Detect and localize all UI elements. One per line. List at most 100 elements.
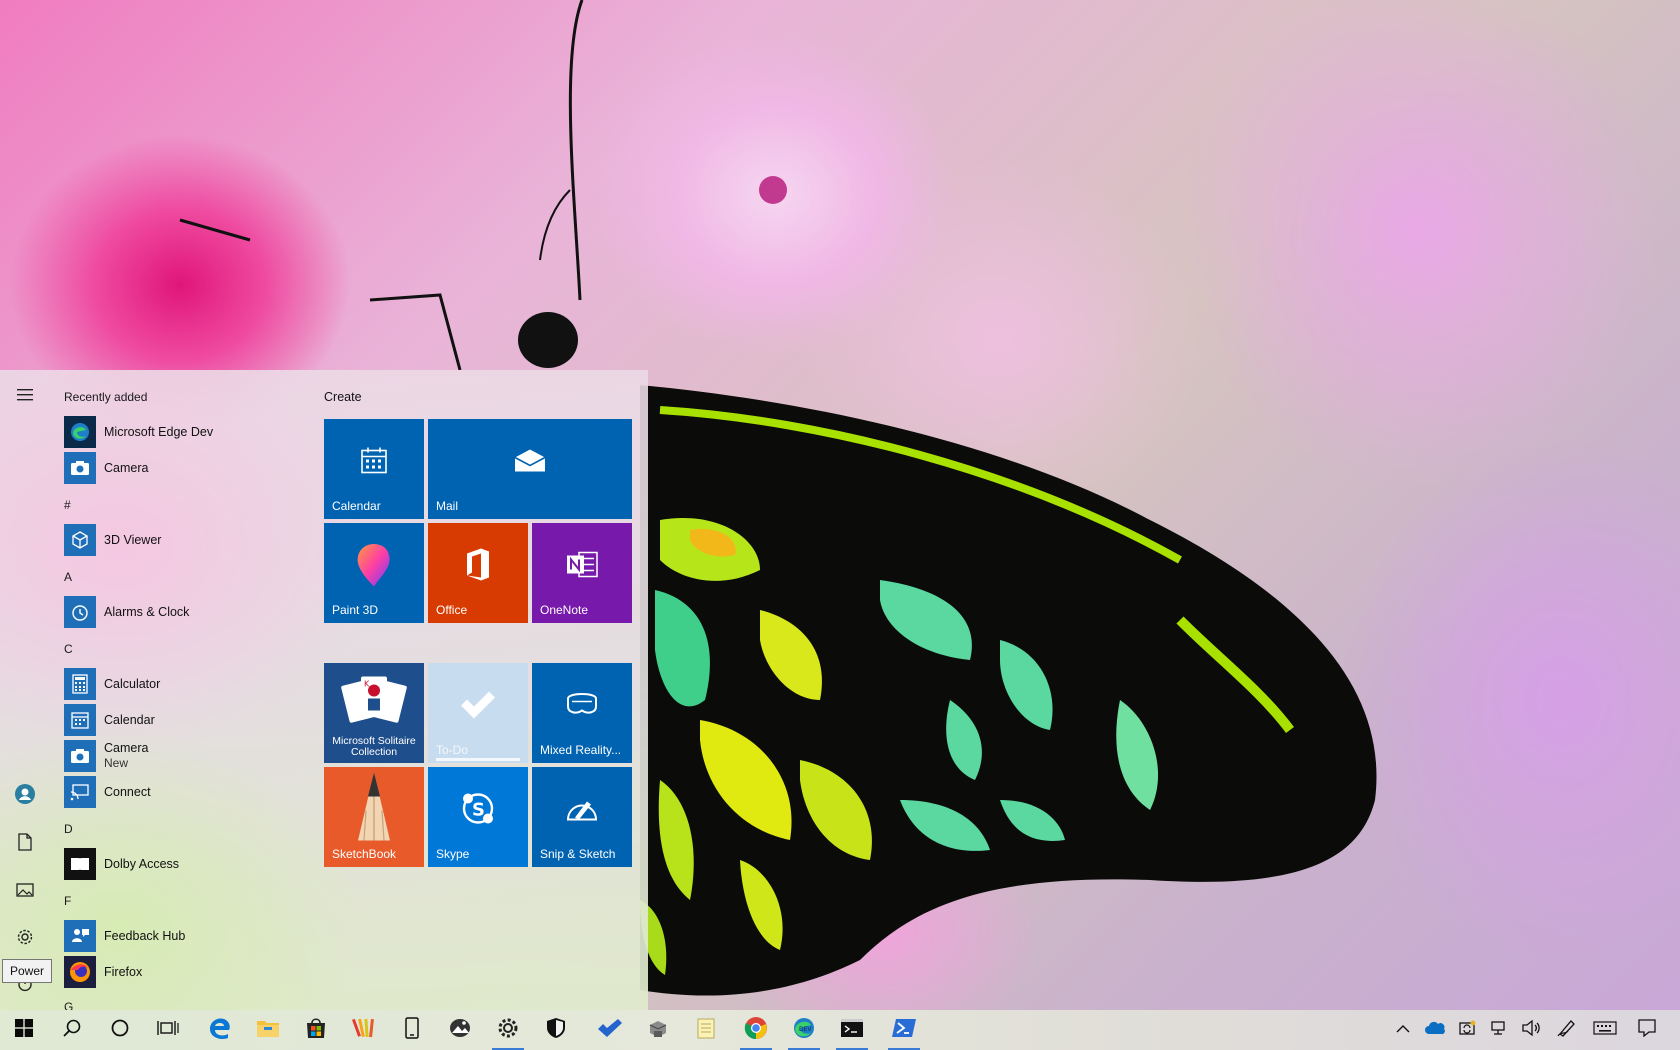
tile-paint-3d[interactable]: Paint 3D	[324, 523, 424, 623]
edge-icon	[208, 1016, 232, 1045]
dolby-icon	[64, 848, 96, 880]
app-3d-viewer[interactable]: 3D Viewer	[64, 523, 304, 557]
terminal-icon	[840, 1018, 864, 1043]
app-label: Alarms & Clock	[104, 604, 190, 619]
app-calendar[interactable]: Calendar	[64, 703, 304, 737]
svg-text:S: S	[472, 800, 485, 821]
office-icon	[463, 548, 493, 587]
settings-button[interactable]	[8, 920, 42, 954]
tile-group-header[interactable]: Create	[324, 390, 362, 404]
taskbar-edge[interactable]	[196, 1010, 244, 1050]
group-header-hash[interactable]: #	[64, 498, 71, 512]
onedrive-icon	[1425, 1021, 1445, 1040]
app-dolby-access[interactable]: Dolby Access	[64, 847, 304, 881]
tile-todo[interactable]: To-Do	[428, 663, 528, 763]
tile-calendar[interactable]: Calendar	[324, 419, 424, 519]
app-alarms-clock[interactable]: Alarms & Clock	[64, 595, 304, 629]
tile-snip-sketch[interactable]: Snip & Sketch	[532, 767, 632, 867]
taskbar-settings[interactable]	[484, 1010, 532, 1050]
edge-dev-icon	[64, 416, 96, 448]
taskbar-todo[interactable]	[586, 1010, 634, 1050]
tile-solitaire[interactable]: K Microsoft Solitaire Collection	[324, 663, 424, 763]
documents-icon	[17, 833, 33, 851]
connect-icon	[64, 776, 96, 808]
start-rail	[0, 370, 50, 1010]
tile-mail[interactable]: Mail	[428, 419, 632, 519]
onenote-icon	[565, 549, 599, 586]
task-view-icon	[157, 1019, 179, 1042]
tray-sync[interactable]	[1452, 1010, 1482, 1050]
notepad-icon	[697, 1017, 715, 1044]
app-camera-new[interactable]: Camera New	[64, 739, 304, 773]
cortana-button[interactable]	[96, 1010, 144, 1050]
taskbar-powershell[interactable]	[880, 1010, 928, 1050]
tile-sketchbook[interactable]: SketchBook	[324, 767, 424, 867]
taskbar-3d-builder[interactable]	[634, 1010, 682, 1050]
pictures-icon	[16, 883, 34, 897]
svg-text:DEV: DEV	[799, 1026, 812, 1033]
3d-builder-icon	[646, 1017, 670, 1044]
tile-office[interactable]: Office	[428, 523, 528, 623]
tile-label: SketchBook	[332, 847, 397, 861]
tile-skype[interactable]: S Skype	[428, 767, 528, 867]
taskbar-chrome[interactable]	[732, 1010, 780, 1050]
todo-icon	[597, 1018, 623, 1043]
taskbar-phone[interactable]	[388, 1010, 436, 1050]
tile-label: OneNote	[540, 603, 589, 617]
sketchbook-pencil-icon	[354, 771, 394, 856]
tile-mixed-reality[interactable]: Mixed Reality...	[532, 663, 632, 763]
group-header-g[interactable]: G	[64, 1000, 73, 1010]
group-header-a[interactable]: A	[64, 570, 72, 584]
taskbar-notepad[interactable]	[682, 1010, 730, 1050]
phone-icon	[405, 1016, 419, 1044]
calculator-icon	[64, 668, 96, 700]
app-new-badge: New	[104, 756, 129, 770]
taskbar-edge-dev[interactable]: DEV	[780, 1010, 828, 1050]
taskbar-photos[interactable]	[436, 1010, 484, 1050]
mail-icon	[513, 448, 547, 479]
pictures-button[interactable]	[8, 873, 42, 907]
tray-onedrive[interactable]	[1420, 1010, 1450, 1050]
tray-network[interactable]	[1484, 1010, 1514, 1050]
start-button[interactable]	[0, 1010, 48, 1050]
taskbar: DEV	[0, 1010, 1680, 1050]
taskbar-security[interactable]	[532, 1010, 580, 1050]
app-label: Dolby Access	[104, 856, 180, 871]
group-header-f[interactable]: F	[64, 894, 71, 908]
search-button[interactable]	[48, 1010, 96, 1050]
chrome-icon	[744, 1016, 768, 1045]
tray-pen[interactable]	[1552, 1010, 1582, 1050]
documents-button[interactable]	[8, 825, 42, 859]
group-header-c[interactable]: C	[64, 642, 73, 656]
taskbar-paint-swatches[interactable]	[340, 1010, 388, 1050]
user-account-button[interactable]	[8, 777, 42, 811]
solitaire-cards-icon: K	[339, 669, 409, 734]
hamburger-icon	[17, 388, 33, 402]
app-connect[interactable]: Connect	[64, 775, 304, 809]
todo-check-icon	[459, 690, 497, 725]
tile-label: Office	[436, 603, 468, 617]
settings-icon	[497, 1017, 519, 1044]
app-camera[interactable]: Camera	[64, 451, 304, 485]
group-header-d[interactable]: D	[64, 822, 73, 836]
tray-action-center[interactable]	[1632, 1010, 1662, 1050]
tray-touch-keyboard[interactable]	[1590, 1010, 1620, 1050]
volume-icon	[1521, 1019, 1541, 1041]
tray-volume[interactable]	[1516, 1010, 1546, 1050]
app-list[interactable]: Recently added Microsoft Edge Dev Camera…	[50, 370, 310, 1010]
app-microsoft-edge-dev[interactable]: Microsoft Edge Dev	[64, 415, 304, 449]
pen-icon	[1557, 1019, 1577, 1042]
task-view-button[interactable]	[144, 1010, 192, 1050]
tray-show-hidden[interactable]	[1388, 1010, 1418, 1050]
taskbar-store[interactable]	[292, 1010, 340, 1050]
feedback-hub-icon	[64, 920, 96, 952]
file-explorer-icon	[256, 1018, 280, 1043]
taskbar-terminal[interactable]	[828, 1010, 876, 1050]
app-feedback-hub[interactable]: Feedback Hub	[64, 919, 304, 953]
expand-menu-button[interactable]	[8, 378, 42, 412]
app-calculator[interactable]: Calculator	[64, 667, 304, 701]
taskbar-file-explorer[interactable]	[244, 1010, 292, 1050]
tile-onenote[interactable]: OneNote	[532, 523, 632, 623]
app-firefox[interactable]: Firefox	[64, 955, 304, 989]
settings-icon	[16, 928, 34, 946]
